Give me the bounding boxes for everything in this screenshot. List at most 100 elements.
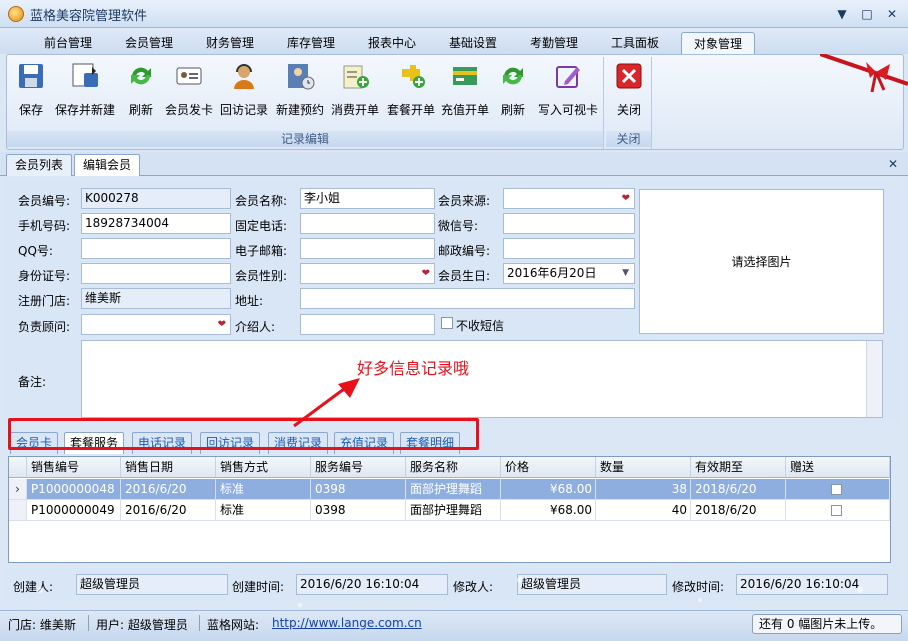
tab-member-list[interactable]: 会员列表 (6, 154, 73, 176)
new-appointment-button[interactable]: 新建预约 (273, 61, 327, 118)
cell-price: ¥68.00 (501, 500, 596, 521)
advisor-select[interactable]: ❤ (81, 314, 231, 335)
document-tabs: 会员列表 编辑会员 ✕ (0, 152, 908, 176)
ribbon-group-close: 关闭 关闭 (606, 57, 652, 149)
birthday-date-picker[interactable]: 2016年6月20日 ▼ (503, 263, 635, 284)
column-header[interactable]: 销售方式 (216, 457, 311, 478)
dropdown-heart-icon[interactable]: ❤ (422, 264, 430, 283)
tab-reports[interactable]: 报表中心 (357, 32, 427, 54)
referrer-field[interactable] (300, 314, 435, 335)
tab-object-management[interactable]: 对象管理 (681, 32, 755, 54)
tab-member[interactable]: 会员管理 (114, 32, 184, 54)
dropdown-heart-icon[interactable]: ❤ (218, 315, 226, 334)
member-no-field[interactable]: K000278 (81, 188, 231, 209)
member-source-select[interactable]: ❤ (503, 188, 635, 209)
issue-card-button[interactable]: 会员发卡 (163, 61, 215, 118)
mobile-field[interactable]: 18928734004 (81, 213, 231, 234)
refresh-icon (498, 61, 528, 91)
status-store: 门店: 维美斯 (8, 618, 76, 632)
no-sms-checkbox[interactable] (441, 317, 453, 329)
column-header[interactable]: 有效期至 (691, 457, 786, 478)
package-order-button[interactable]: 套餐开单 (383, 61, 439, 118)
label-note: 备注: (18, 375, 47, 389)
tab-edit-member[interactable]: 编辑会员 (74, 154, 141, 176)
label-store: 注册门店: (18, 294, 71, 308)
chevron-down-icon[interactable]: ▼ (622, 264, 629, 283)
maximize-button[interactable]: □ (858, 6, 876, 22)
phone-field[interactable] (300, 213, 435, 234)
member-name-field[interactable]: 李小姐 (300, 188, 435, 209)
package-icon (396, 61, 426, 91)
tab-tools[interactable]: 工具面板 (600, 32, 670, 54)
ribbon-group-close-label: 关闭 (606, 131, 651, 147)
label-address: 地址: (235, 294, 264, 308)
cell-expire: 2018/6/20 (691, 500, 786, 521)
label-mobile: 手机号码: (18, 219, 71, 233)
column-header[interactable]: 销售编号 (27, 457, 121, 478)
cell-expire: 2018/6/20 (691, 479, 786, 500)
tab-settings[interactable]: 基础设置 (438, 32, 508, 54)
label-referrer: 介绍人: (235, 320, 276, 334)
annotation-text: 好多信息记录哦 (357, 359, 470, 378)
gift-checkbox[interactable] (831, 505, 842, 516)
wechat-field[interactable] (503, 213, 635, 234)
photo-upload-area[interactable]: 请选择图片 (639, 189, 884, 334)
cell-service-no: 0398 (311, 479, 406, 500)
recharge-order-button[interactable]: 充值开单 (437, 61, 493, 118)
column-header[interactable]: 销售日期 (121, 457, 216, 478)
close-icon (614, 61, 644, 91)
label-no-sms: 不收短信 (456, 319, 505, 333)
cell-gift (786, 479, 890, 500)
save-and-new-button[interactable]: 保存并新建 (53, 61, 117, 118)
note-textarea[interactable] (81, 340, 883, 418)
window-title: 蓝格美容院管理软件 (30, 9, 148, 24)
column-header[interactable]: 数量 (596, 457, 691, 478)
created-time-field: 2016/6/20 16:10:04 (296, 574, 448, 595)
ribbon-bow-decoration (820, 54, 908, 93)
postcode-field[interactable] (503, 238, 635, 259)
tab-attendance[interactable]: 考勤管理 (519, 32, 589, 54)
label-birthday: 会员生日: (438, 269, 491, 283)
status-user: 用户: 超级管理员 (96, 618, 188, 632)
address-field[interactable] (300, 288, 635, 309)
qq-field[interactable] (81, 238, 231, 259)
store-field[interactable]: 维美斯 (81, 288, 231, 309)
refresh-button-2[interactable]: 刷新 (493, 61, 533, 118)
label-member-source: 会员来源: (438, 194, 491, 208)
label-postcode: 邮政编号: (438, 244, 491, 258)
consume-order-button[interactable]: 消费开单 (327, 61, 383, 118)
status-separator (199, 615, 200, 631)
cell-service-name: 面部护理舞蹈 (406, 479, 501, 500)
column-header[interactable]: 服务编号 (311, 457, 406, 478)
column-header[interactable]: 服务名称 (406, 457, 501, 478)
label-id-card: 身份证号: (18, 269, 71, 283)
close-page-button[interactable]: 关闭 (608, 61, 650, 118)
status-bar: 门店: 维美斯 用户: 超级管理员 蓝格网站: http://www.lange… (0, 610, 908, 641)
tab-front-desk[interactable]: 前台管理 (34, 32, 102, 54)
column-header[interactable]: 价格 (501, 457, 596, 478)
website-link[interactable]: http://www.lange.com.cn (272, 616, 422, 630)
save-button[interactable]: 保存 (11, 61, 51, 118)
ribbon-group-edit: 保存 保存并新建 刷新 会员发卡 回访记录 新建预约 消费开单 套餐开单 充值开… (7, 57, 604, 149)
dropdown-heart-icon[interactable]: ❤ (622, 189, 630, 208)
close-window-button[interactable]: ✕ (883, 6, 901, 22)
gender-select[interactable]: ❤ (300, 263, 435, 284)
refresh-button[interactable]: 刷新 (119, 61, 163, 118)
id-card-field[interactable] (81, 263, 231, 284)
tab-inventory[interactable]: 库存管理 (276, 32, 346, 54)
minimize-button[interactable]: ▼ (833, 6, 851, 22)
row-pointer-icon: › (9, 479, 27, 500)
gift-checkbox[interactable] (831, 484, 842, 495)
close-doc-icon[interactable]: ✕ (888, 157, 898, 171)
column-header[interactable]: 赠送 (786, 457, 890, 478)
modified-time-field: 2016/6/20 16:10:04 (736, 574, 888, 595)
tab-finance[interactable]: 财务管理 (195, 32, 265, 54)
write-visual-card-button[interactable]: 写入可视卡 (533, 61, 603, 118)
email-field[interactable] (300, 238, 435, 259)
cell-sale-no: P1000000048 (27, 479, 121, 500)
label-modified-time: 修改时间: (672, 580, 725, 594)
visit-record-button[interactable]: 回访记录 (217, 61, 271, 118)
status-separator (88, 615, 89, 631)
note-scrollbar[interactable] (866, 341, 882, 417)
pencil-edit-icon (553, 61, 583, 91)
